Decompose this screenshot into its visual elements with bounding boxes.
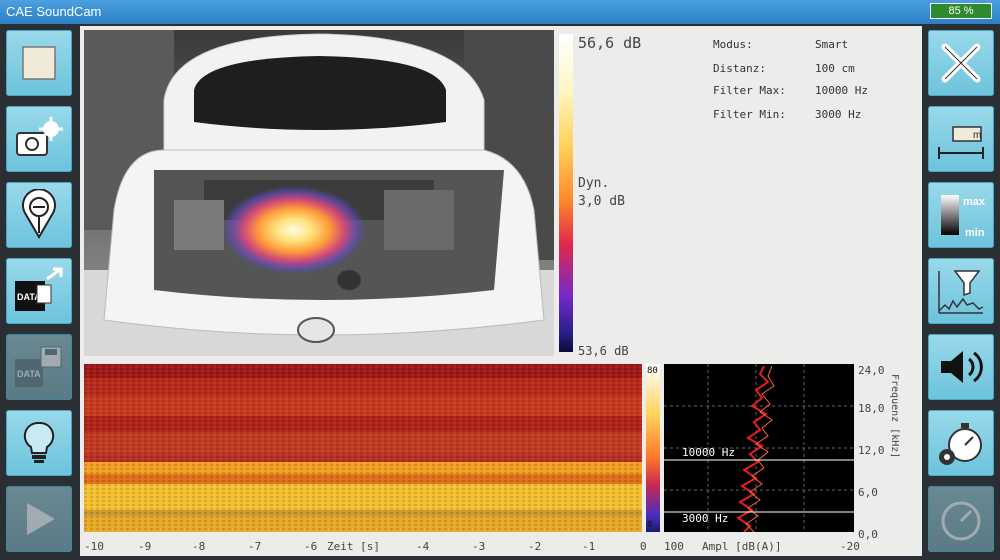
compass-icon xyxy=(941,501,981,541)
marker-high-label: 10000 Hz xyxy=(682,446,735,459)
marker-low-label: 3000 Hz xyxy=(682,512,728,525)
filter-max-label: Filter Max: xyxy=(713,84,786,97)
battery-level: 85 % xyxy=(948,5,974,17)
speaker-icon xyxy=(941,351,983,383)
data-save-icon: DATA xyxy=(15,346,62,387)
app-title: CAE SoundCam xyxy=(6,4,102,19)
filter-button[interactable] xyxy=(928,258,994,324)
distance-button[interactable]: m xyxy=(928,106,994,172)
time-tick: -10 xyxy=(84,540,104,553)
compass-button[interactable] xyxy=(928,486,994,552)
distance-value: 100 cm xyxy=(815,62,855,75)
map-pin-icon xyxy=(22,189,56,239)
time-tick: -6 xyxy=(304,540,318,553)
distance-label: Distanz: xyxy=(713,62,766,75)
time-tick: -8 xyxy=(192,540,206,553)
camera-gear-icon xyxy=(16,117,63,156)
play-button[interactable] xyxy=(6,486,72,552)
time-axis-label: Zeit [s] xyxy=(327,540,380,553)
time-tick: -2 xyxy=(528,540,542,553)
ampl-tick: -20 xyxy=(840,540,860,553)
time-tick: 0 xyxy=(640,540,647,553)
data-save-label: DATA xyxy=(17,369,41,379)
volume-button[interactable] xyxy=(928,334,994,400)
play-icon xyxy=(27,503,55,535)
lightbulb-icon xyxy=(23,421,55,463)
freq-tick: 24,0 xyxy=(858,364,885,377)
main-screen: 56,6 dB Dyn. 3,0 dB 53,6 dB Modus: Smart… xyxy=(80,26,922,556)
filter-max-value: 10000 Hz xyxy=(815,84,868,97)
min-label: min xyxy=(965,227,985,239)
freq-axis-label: Frequenz [kHz] xyxy=(889,374,900,459)
legend-top-value: 80 xyxy=(647,366,658,376)
ruler-unit: m xyxy=(973,130,981,141)
stopwatch-gear-icon xyxy=(939,423,982,465)
time-tick: -1 xyxy=(582,540,596,553)
ruler-icon: m xyxy=(938,126,984,159)
db-color-scale xyxy=(559,34,573,352)
title-bar: CAE SoundCam 85 % xyxy=(0,0,1000,24)
spectrogram-color-legend: 80 0 xyxy=(646,364,660,532)
freq-tick: 12,0 xyxy=(858,444,885,457)
time-tick: -3 xyxy=(472,540,486,553)
filter-min-value: 3000 Hz xyxy=(815,108,862,121)
data-export-icon: DATA xyxy=(15,267,63,311)
ampl-axis-label: Ampl [dB(A)] xyxy=(702,540,782,553)
close-button[interactable] xyxy=(928,30,994,96)
location-pin-button[interactable] xyxy=(6,182,72,248)
ampl-tick: 100 xyxy=(664,540,684,553)
filter-funnel-icon xyxy=(938,270,984,314)
time-tick: -4 xyxy=(416,540,430,553)
battery-indicator: 85 % xyxy=(930,3,992,19)
min-max-icon: max min xyxy=(941,195,986,239)
freq-tick: 0,0 xyxy=(858,528,878,541)
scale-dyn-value: 3,0 dB xyxy=(578,194,625,209)
spectrum-plot: 10000 Hz 3000 Hz xyxy=(664,364,854,533)
time-tick: -9 xyxy=(138,540,152,553)
freq-tick: 18,0 xyxy=(858,402,885,415)
data-export-button[interactable]: DATA xyxy=(6,258,72,324)
scale-dyn-label: Dyn. xyxy=(578,176,610,191)
stop-button[interactable] xyxy=(6,30,72,96)
time-tick: -7 xyxy=(248,540,262,553)
light-button[interactable] xyxy=(6,410,72,476)
filter-min-label: Filter Min: xyxy=(713,108,786,121)
scale-max-label: 56,6 dB xyxy=(578,34,642,52)
right-toolbar: m max min xyxy=(922,26,1000,560)
data-save-button[interactable]: DATA xyxy=(6,334,72,400)
max-label: max xyxy=(963,196,986,208)
legend-bottom-value: 0 xyxy=(647,520,653,530)
left-toolbar: DATA DATA xyxy=(0,26,78,560)
acoustic-camera-image xyxy=(84,30,554,356)
mode-value: Smart xyxy=(815,38,849,51)
mode-label: Modus: xyxy=(713,38,753,51)
min-max-button[interactable]: max min xyxy=(928,182,994,248)
spectrogram xyxy=(84,364,642,532)
stop-square-icon xyxy=(22,46,56,80)
timer-settings-button[interactable] xyxy=(928,410,994,476)
freq-tick: 6,0 xyxy=(858,486,878,499)
close-icon xyxy=(941,43,981,83)
scale-min-label: 53,6 dB xyxy=(578,344,629,358)
snapshot-settings-button[interactable] xyxy=(6,106,72,172)
